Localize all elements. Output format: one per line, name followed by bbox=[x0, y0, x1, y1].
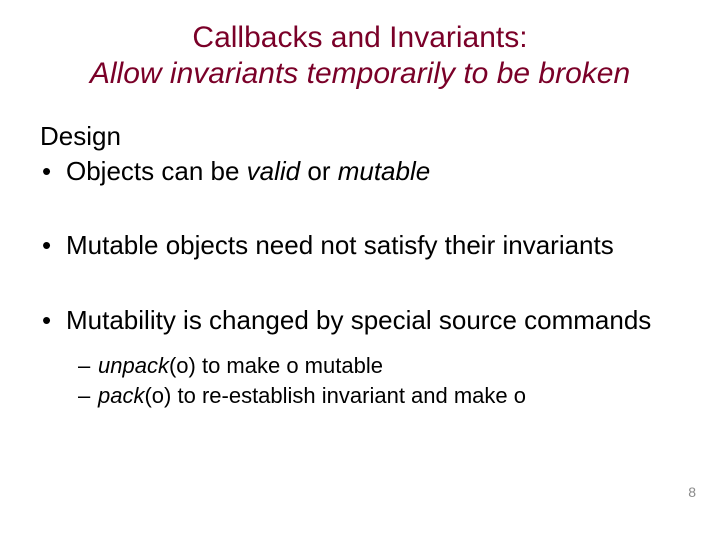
sub-bullet-text: (o) to re-establish invariant and make o bbox=[144, 383, 526, 408]
sub-bullet-unpack: unpack(o) to make o mutable bbox=[78, 352, 680, 380]
design-heading: Design bbox=[40, 120, 680, 153]
cmd-pack: pack bbox=[98, 383, 144, 408]
sub-bullet-list: unpack(o) to make o mutable pack(o) to r… bbox=[40, 352, 680, 409]
sub-bullet-pack: pack(o) to re-establish invariant and ma… bbox=[78, 382, 680, 410]
title-line-1: Callbacks and Invariants: bbox=[192, 21, 527, 54]
cmd-unpack: unpack bbox=[98, 353, 169, 378]
bullet-list-2: Mutable objects need not satisfy their i… bbox=[40, 229, 680, 262]
bullet-mutable-invariants: Mutable objects need not satisfy their i… bbox=[40, 229, 680, 262]
emph-mutable: mutable bbox=[338, 156, 431, 186]
sub-bullet-text: (o) to make o mutable bbox=[169, 353, 383, 378]
bullet-text: or bbox=[300, 156, 338, 186]
bullet-mutability-commands: Mutability is changed by special source … bbox=[40, 304, 680, 337]
bullet-list-1: Objects can be valid or mutable bbox=[40, 155, 680, 188]
title-line-2: Allow invariants temporarily to be broke… bbox=[90, 57, 630, 90]
bullet-text: Objects can be bbox=[66, 156, 247, 186]
emph-valid: valid bbox=[247, 156, 300, 186]
slide-title: Callbacks and Invariants: Allow invarian… bbox=[40, 20, 680, 92]
slide-content: Design Objects can be valid or mutable M… bbox=[40, 120, 680, 409]
bullet-valid-mutable: Objects can be valid or mutable bbox=[40, 155, 680, 188]
bullet-list-3: Mutability is changed by special source … bbox=[40, 304, 680, 337]
page-number: 8 bbox=[688, 484, 696, 500]
